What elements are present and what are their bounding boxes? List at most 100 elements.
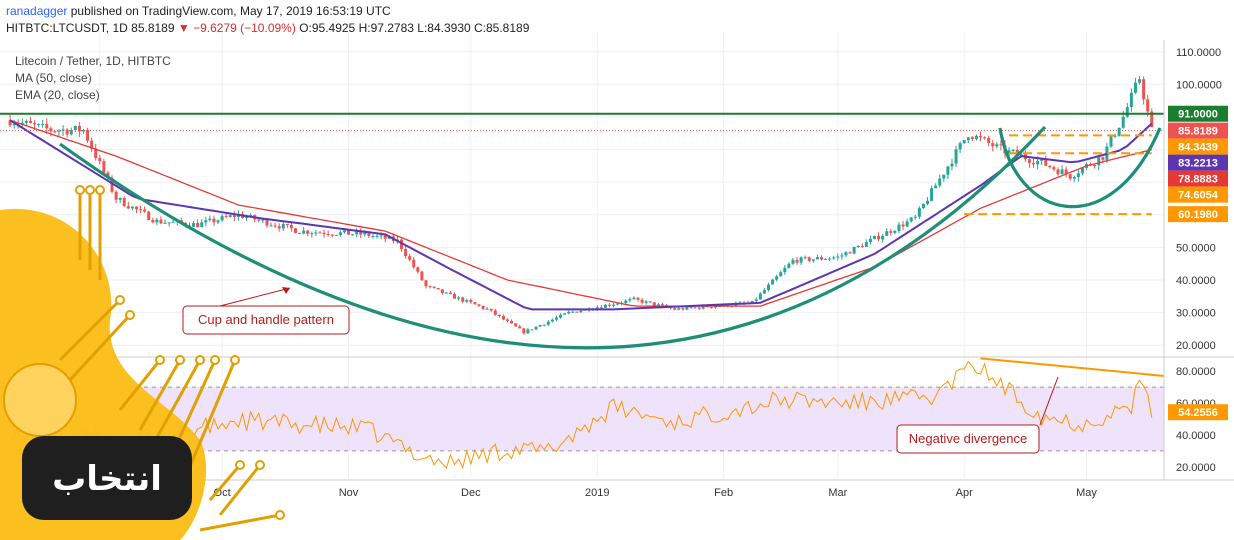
candle-body xyxy=(98,158,102,162)
candle-body xyxy=(118,198,122,200)
candle-body xyxy=(709,307,713,309)
candle-body xyxy=(1117,127,1121,136)
candle-body xyxy=(41,123,45,125)
chart-title: Litecoin / Tether, 1D, HITBTC xyxy=(15,54,171,68)
logo-node xyxy=(85,185,95,195)
logo-node xyxy=(235,460,245,470)
time-tick-label: May xyxy=(1076,487,1097,499)
price-tick-label: 30.0000 xyxy=(1176,308,1216,320)
symbol: HITBTC:LTCUSDT, 1D xyxy=(6,21,128,35)
candle-body xyxy=(342,230,346,233)
candle-body xyxy=(428,286,432,288)
candle-body xyxy=(811,259,815,261)
ma-legend[interactable]: MA (50, close) xyxy=(15,71,92,85)
candle-body xyxy=(897,224,901,231)
candle-body xyxy=(102,161,106,173)
username[interactable]: ranadagger xyxy=(6,4,67,18)
candle-body xyxy=(612,304,616,306)
candle-body xyxy=(791,259,795,264)
candle-body xyxy=(868,238,872,243)
candle-body xyxy=(677,308,681,310)
rsi-tick-label: 40.0000 xyxy=(1176,430,1216,442)
candle-body xyxy=(1068,174,1072,179)
candle-body xyxy=(485,308,489,310)
candle-body xyxy=(196,222,200,228)
price-panel xyxy=(8,76,1154,335)
candle-body xyxy=(379,235,383,237)
rsi-tick-label: 20.0000 xyxy=(1176,462,1216,474)
candle-body xyxy=(1076,173,1080,178)
candle-body xyxy=(844,252,848,256)
candle-body xyxy=(465,300,469,302)
candle-body xyxy=(766,284,770,290)
candle-body xyxy=(762,289,766,294)
candle-body xyxy=(632,297,636,300)
candle-body xyxy=(1093,165,1097,167)
candle-body xyxy=(534,326,538,330)
candle-body xyxy=(848,252,852,254)
candle-body xyxy=(1101,157,1105,160)
candle-body xyxy=(1146,99,1150,112)
candle-body xyxy=(779,272,783,277)
candle-body xyxy=(1032,162,1036,165)
candle-body xyxy=(893,230,897,233)
published-text: published on TradingView.com, May 17, 20… xyxy=(70,4,391,18)
candle-body xyxy=(518,326,522,329)
candle-body xyxy=(86,129,90,141)
candle-body xyxy=(330,234,334,236)
price-tick-label: 50.0000 xyxy=(1176,242,1216,254)
candle-body xyxy=(310,233,314,235)
candle-body xyxy=(1048,165,1052,168)
candle-body xyxy=(836,256,840,258)
candle-body xyxy=(514,323,518,327)
candle-body xyxy=(860,245,864,247)
cup-annotation-label: Cup and handle pattern xyxy=(198,312,334,327)
time-tick-label: Dec xyxy=(461,487,481,499)
candle-body xyxy=(958,143,962,150)
candle-body xyxy=(554,317,558,320)
candle-body xyxy=(983,137,987,139)
candle-body xyxy=(375,235,379,237)
time-tick-label: Apr xyxy=(956,487,973,499)
candle-body xyxy=(828,258,832,260)
candle-body xyxy=(616,303,620,305)
candle-body xyxy=(673,308,677,310)
candle-body xyxy=(877,235,881,240)
price-axis-marker-label: 84.3439 xyxy=(1178,142,1218,154)
logo-node xyxy=(210,355,220,365)
candle-body xyxy=(477,304,481,306)
candle-body xyxy=(603,304,607,308)
candle-body xyxy=(856,245,860,248)
candle-body xyxy=(640,299,644,303)
candle-body xyxy=(461,297,465,302)
handle-curve xyxy=(998,127,1162,209)
candle-body xyxy=(424,280,428,287)
candle-body xyxy=(693,307,697,309)
candle-body xyxy=(1097,157,1101,166)
candle-body xyxy=(807,257,811,261)
logo-node xyxy=(125,310,135,320)
ema-legend[interactable]: EMA (20, close) xyxy=(15,88,100,102)
candle-body xyxy=(889,231,893,233)
candle-body xyxy=(559,314,563,318)
candle-body xyxy=(289,224,293,229)
candle-body xyxy=(567,311,571,314)
candle-body xyxy=(440,289,444,294)
candle-body xyxy=(1011,149,1015,151)
candle-body xyxy=(840,255,844,257)
candle-body xyxy=(33,123,37,125)
candle-body xyxy=(281,224,285,229)
candle-body xyxy=(873,235,876,239)
candle-body xyxy=(795,259,799,263)
candle-body xyxy=(938,178,942,186)
candle-body xyxy=(473,302,477,305)
candle-body xyxy=(347,230,351,235)
candle-body xyxy=(277,226,281,229)
candle-body xyxy=(1052,167,1056,170)
candle-body xyxy=(448,292,452,294)
candle-body xyxy=(909,217,913,222)
candle-body xyxy=(832,257,836,259)
candle-body xyxy=(416,267,420,272)
candle-body xyxy=(815,257,819,260)
candle-body xyxy=(917,208,921,217)
